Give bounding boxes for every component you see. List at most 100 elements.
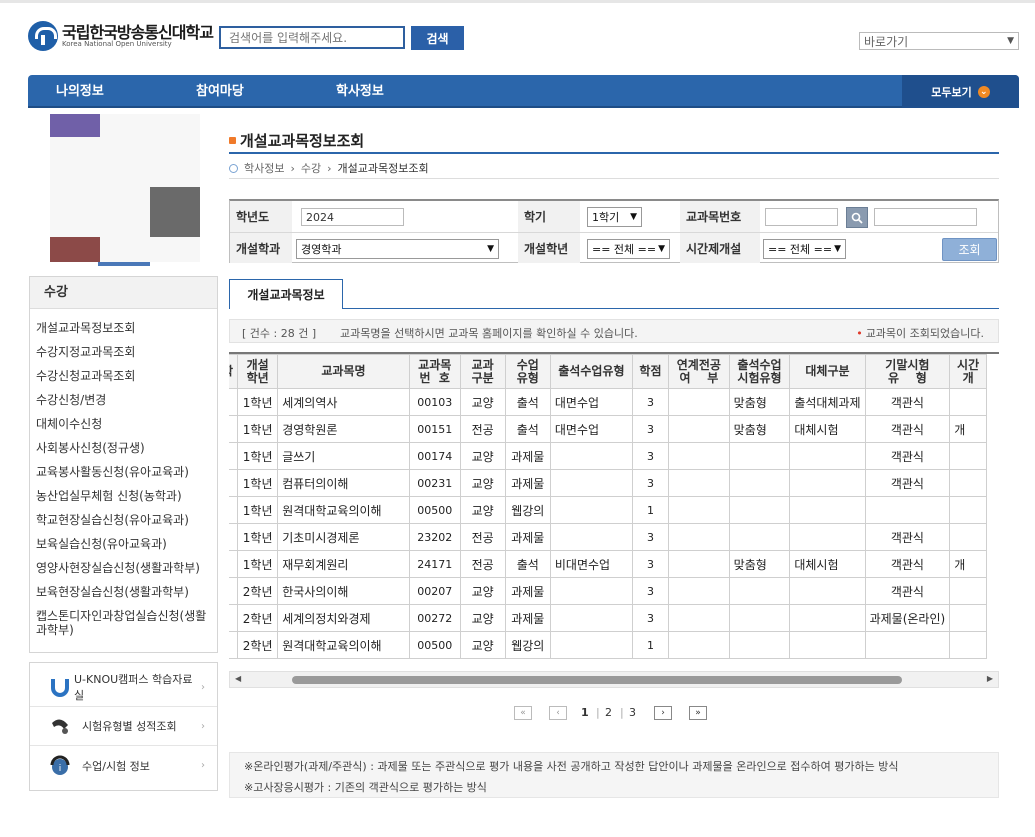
course-name-input[interactable]	[874, 208, 977, 226]
table-cell: 3	[631, 469, 670, 497]
page-number[interactable]: 2	[605, 706, 612, 719]
course-code-input[interactable]	[765, 208, 838, 226]
table-row[interactable]: 1학년 글쓰기 00174 교양 과제물 3 객관식	[229, 442, 987, 470]
link-u-knou-campus[interactable]: U-KNOU캠퍼스 학습자료실 ›	[30, 668, 217, 707]
sidebar-item-school-practice[interactable]: 학교현장실습신청(유아교육과)	[36, 513, 216, 527]
table-row[interactable]: 1학년 원격대학교육의이해 00500 교양 웹강의 1	[229, 496, 987, 524]
table-row[interactable]: 2학년 한국사의이해 00207 교양 과제물 3 객관식	[229, 577, 987, 605]
column-header-line1: 시간	[957, 357, 980, 372]
term-select[interactable]: 1학기 ▼	[587, 207, 642, 227]
table-row[interactable]: 1학년 기초미시경제론 23202 전공 과제물 3 객관식	[229, 523, 987, 551]
table-cell: 출석	[504, 415, 551, 443]
table-row[interactable]: 1학년 경영학원론 00151 전공 출석 대면수업 3 맞춤형 대체시험 객관식 개	[229, 415, 987, 443]
table-cell: 과제물	[504, 523, 551, 551]
table-row[interactable]: 2학년 원격대학교육의이해 00500 교양 웹강의 1	[229, 631, 987, 659]
table-cell: 1학년	[237, 496, 279, 524]
breadcrumb-item[interactable]: 수강	[301, 160, 321, 176]
column-header: 수업 유형	[504, 354, 551, 389]
course-name-cell[interactable]: 한국사의이해	[277, 577, 410, 605]
filter-row-divider	[230, 232, 998, 233]
sidebar-item-edu-service[interactable]: 교육봉사활동신청(유아교육과)	[36, 465, 216, 479]
breadcrumb-home-icon[interactable]	[229, 163, 238, 173]
university-logo[interactable]: 국립한국방송통신대학교 Korea National Open Universi…	[28, 20, 214, 52]
table-cell	[949, 523, 987, 551]
course-search-button[interactable]	[846, 207, 868, 228]
page-number-current[interactable]: 1	[581, 706, 589, 719]
horizontal-scrollbar[interactable]: ◀ ▶	[229, 671, 999, 688]
scroll-right-icon[interactable]: ▶	[987, 674, 993, 683]
course-name-cell[interactable]: 기초미시경제론	[277, 523, 410, 551]
table-cell	[728, 604, 791, 632]
sidebar-item-dietitian-practice[interactable]: 영양사현장실습신청(생활과학부)	[36, 561, 216, 575]
page-number[interactable]: 3	[629, 706, 636, 719]
grade-select[interactable]: == 전체 == ▼	[587, 239, 670, 259]
course-name-cell[interactable]: 세계의역사	[277, 388, 410, 416]
query-button[interactable]: 조회	[942, 238, 997, 261]
table-row[interactable]: 2학년 세계의정치와경제 00272 교양 과제물 3 과제물(온라인)	[229, 604, 987, 632]
column-header: 개설 학년	[237, 354, 279, 389]
course-name-cell[interactable]: 컴퓨터의이해	[277, 469, 410, 497]
sidebar-item-agri-experience[interactable]: 농산업실무체험 신청(농학과)	[36, 489, 216, 503]
link-class-exam-info[interactable]: i 수업/시험 정보 ›	[30, 746, 217, 785]
scrollbar-thumb[interactable]	[292, 676, 902, 684]
sidebar-item-capstone[interactable]: 캡스톤디자인과창업실습신청(생활과학부)	[36, 609, 216, 637]
course-name-cell[interactable]: 원격대학교육의이해	[277, 496, 410, 524]
time-select[interactable]: == 전체 == ▼	[763, 239, 846, 259]
column-header-line1: 연계전공	[676, 357, 721, 372]
search-button[interactable]: 검색	[411, 26, 464, 50]
nav-item-community[interactable]: 참여마당	[196, 75, 244, 108]
note-online-eval: ※온라인평가(과제/주관식) : 과제물 또는 주관식으로 평가 내용을 사전 …	[244, 760, 899, 773]
table-row[interactable]: 1학년 재무회계원리 24171 전공 출석 비대면수업 3 맞춤형 대체시험 객관식 개	[229, 550, 987, 578]
first-page-button[interactable]: «	[514, 706, 532, 720]
table-cell: 과제물	[504, 577, 551, 605]
course-name-cell[interactable]: 세계의정치와경제	[277, 604, 410, 632]
table-cell	[229, 388, 239, 416]
last-page-button[interactable]: »	[689, 706, 707, 720]
quick-link-select[interactable]: 바로가기 ▼	[859, 32, 1019, 50]
scroll-left-icon[interactable]: ◀	[235, 674, 241, 683]
nav-item-academic[interactable]: 학사정보	[336, 75, 384, 108]
link-exam-type-grades[interactable]: 시험유형별 성적조회 ›	[30, 707, 217, 746]
course-name-cell[interactable]: 재무회계원리	[277, 550, 410, 578]
course-table-viewport[interactable]: 학개설학년교과목명교과목번 호교과구분수업유형출석수업유형학점연계전공여 부출석…	[229, 352, 999, 670]
sidebar-item-childcare-field[interactable]: 보육현장실습신청(생활과학부)	[36, 585, 216, 599]
breadcrumb-item[interactable]: 학사정보	[244, 160, 284, 176]
show-all-button[interactable]: 모두보기 ⌄	[902, 75, 1019, 108]
search-input[interactable]	[219, 26, 405, 49]
sidebar-item-social-service[interactable]: 사회봉사신청(정규생)	[36, 441, 216, 455]
table-cell: 객관식	[864, 415, 951, 443]
table-cell	[949, 577, 987, 605]
table-cell	[949, 442, 987, 470]
table-cell	[668, 415, 730, 443]
table-cell	[789, 577, 866, 605]
term-value: 1학기	[592, 211, 620, 224]
column-header-line2: 개	[962, 370, 974, 385]
table-row[interactable]: 1학년 컴퓨터의이해 00231 교양 과제물 3 객관식	[229, 469, 987, 497]
course-name-cell[interactable]: 글쓰기	[277, 442, 410, 470]
sidebar-item-course-info[interactable]: 개설교과목정보조회	[36, 321, 216, 335]
table-cell	[229, 442, 239, 470]
chevron-right-icon: ›	[201, 720, 205, 732]
search-filter-form: 학년도 학기 1학기 ▼ 교과목번호 개설학과 경영학과 ▼ 개설학년 == 전체 …	[229, 199, 999, 263]
sidebar-item-assigned-courses[interactable]: 수강지정교과목조회	[36, 345, 216, 359]
link-class-info-label: 수업/시험 정보	[82, 759, 150, 773]
table-cell	[668, 442, 730, 470]
sidebar-item-substitute[interactable]: 대체이수신청	[36, 417, 216, 431]
course-name-cell[interactable]: 원격대학교육의이해	[277, 631, 410, 659]
next-page-button[interactable]: ›	[654, 706, 672, 720]
breadcrumb: 학사정보 › 수강 › 개설교과목정보조회	[229, 160, 429, 176]
sidebar-item-registered-courses[interactable]: 수강신청교과목조회	[36, 369, 216, 383]
blurred-block	[150, 187, 200, 237]
prev-page-button[interactable]: ‹	[549, 706, 567, 720]
table-row[interactable]: 1학년 세계의역사 00103 교양 출석 대면수업 3 맞춤형 출석대체과제 객관식	[229, 388, 987, 416]
dept-select[interactable]: 경영학과 ▼	[296, 239, 499, 259]
year-input[interactable]	[301, 208, 404, 226]
nav-item-my-info[interactable]: 나의정보	[56, 75, 104, 108]
course-name-cell[interactable]: 경영학원론	[277, 415, 410, 443]
sidebar-item-registration[interactable]: 수강신청/변경	[36, 393, 216, 407]
tab-course-info[interactable]: 개설교과목정보	[229, 279, 343, 309]
breadcrumb-divider	[229, 178, 999, 179]
table-cell: 전공	[459, 415, 506, 443]
column-header: 기말시험 유 형	[864, 354, 951, 389]
sidebar-item-childcare-practice[interactable]: 보육실습신청(유아교육과)	[36, 537, 216, 551]
